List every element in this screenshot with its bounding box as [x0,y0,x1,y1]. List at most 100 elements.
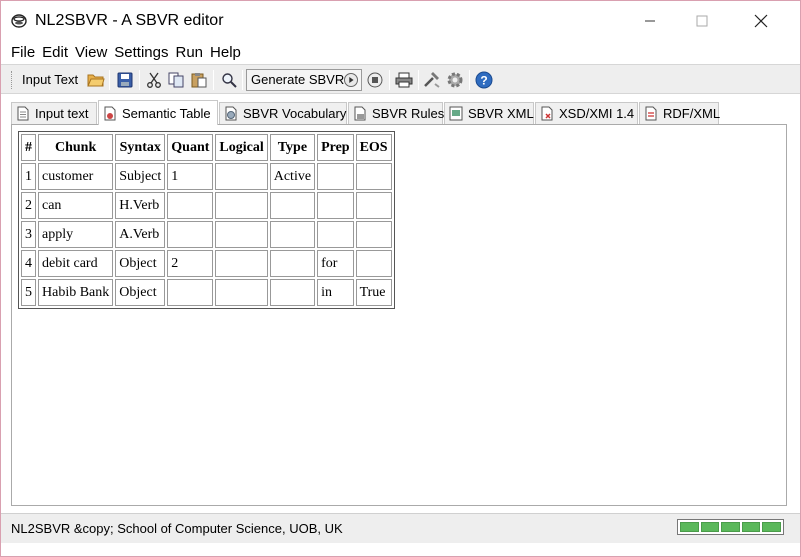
table-cell [355,250,392,277]
tab-sbvr-vocabulary[interactable]: SBVR Vocabulary [219,102,347,124]
table-cell: apply [38,221,114,248]
table-row: 2 can H.Verb [21,192,392,219]
table-cell: customer [38,163,114,190]
toolbar-separator [418,70,419,90]
rdf-doc-icon [645,106,657,121]
stop-button[interactable] [364,69,386,91]
table-cell: H.Verb [115,192,166,219]
open-folder-icon [87,74,105,87]
table-cell [317,163,354,190]
paste-icon [191,73,207,88]
menu-help[interactable]: Help [210,44,241,61]
table-doc-icon [104,106,116,120]
close-icon [754,14,768,28]
table-cell: Subject [115,163,166,190]
generate-sbvr-button[interactable]: Generate SBVR [246,69,362,91]
table-header-row: # Chunk Syntax Quant Logical Type Prep E… [21,134,392,161]
table-row: 1 customer Subject 1 Active [21,163,392,190]
toolbar: Input Text Generate SBVR ? [1,64,800,94]
tools-button[interactable] [421,69,443,91]
copy-button[interactable] [165,69,187,91]
tab-sbvr-xml[interactable]: SBVR XML [444,102,534,124]
table-cell: can [38,192,114,219]
progress-segment [700,522,720,532]
find-button[interactable] [218,69,240,91]
app-window: NL2SBVR - A SBVR editor File Edit View S… [0,0,801,557]
menu-run[interactable]: Run [175,44,203,61]
progress-segment [762,522,781,532]
semantic-table: # Chunk Syntax Quant Logical Type Prep E… [18,131,395,309]
menu-file[interactable]: File [11,44,35,61]
tab-content-panel: # Chunk Syntax Quant Logical Type Prep E… [11,124,787,506]
table-cell: 3 [21,221,36,248]
open-button[interactable] [85,69,107,91]
document-icon [17,106,29,121]
table-cell [167,192,214,219]
table-cell [167,279,214,306]
column-header: # [21,134,36,161]
minimize-button[interactable] [627,1,673,41]
menu-view[interactable]: View [75,44,107,61]
table-row: 4 debit card Object 2 for [21,250,392,277]
cut-icon [147,72,161,88]
table-cell: Object [115,279,166,306]
tab-rdf-xml[interactable]: RDF/XML [639,102,720,124]
cut-button[interactable] [143,69,165,91]
table-cell: Object [115,250,166,277]
svg-text:?: ? [480,74,487,88]
table-cell [355,221,392,248]
vocabulary-icon [225,106,237,121]
table-row: 3 apply A.Verb [21,221,392,248]
settings-icon [447,72,463,88]
xsd-doc-icon [541,106,553,121]
generate-sbvr-label: Generate SBVR [251,72,345,87]
window-title: NL2SBVR - A SBVR editor [35,12,224,29]
paste-button[interactable] [188,69,210,91]
table-cell: 5 [21,279,36,306]
toolbar-separator [242,70,243,90]
table-cell [269,250,316,277]
progress-bar [677,519,784,535]
progress-segment [680,522,699,532]
table-cell [269,221,316,248]
title-bar: NL2SBVR - A SBVR editor [1,1,800,41]
tab-input-text[interactable]: Input text [11,102,97,124]
input-text-button[interactable]: Input Text [22,72,78,87]
help-button[interactable]: ? [473,69,495,91]
column-header: Quant [167,134,214,161]
settings-button[interactable] [444,69,466,91]
table-cell: Active [269,163,316,190]
table-cell [167,221,214,248]
tab-label: SBVR Vocabulary [243,106,347,121]
column-header: Syntax [115,134,166,161]
table-cell: for [317,250,354,277]
column-header: Type [269,134,316,161]
table-row: 5 Habib Bank Object in True [21,279,392,306]
save-button[interactable] [114,69,136,91]
toolbar-separator [213,70,214,90]
menu-edit[interactable]: Edit [42,44,68,61]
toolbar-separator [109,70,110,90]
menu-settings[interactable]: Settings [114,44,168,61]
print-button[interactable] [393,69,415,91]
find-icon [222,73,237,88]
maximize-button[interactable] [679,1,725,41]
table-cell [355,163,392,190]
tools-icon [424,72,440,88]
tab-semantic-table[interactable]: Semantic Table [98,100,218,125]
table-cell [215,221,268,248]
menu-bar: File Edit View Settings Run Help [1,41,800,63]
rules-icon [354,106,366,121]
tab-label: Input text [35,106,89,121]
save-icon [117,72,133,88]
table-cell: Habib Bank [38,279,114,306]
tab-sbvr-rules[interactable]: SBVR Rules [348,102,444,124]
toolbar-grip[interactable] [11,71,13,89]
table-cell: A.Verb [115,221,166,248]
table-cell: 2 [21,192,36,219]
close-button[interactable] [738,1,784,41]
tab-strip: Input text Semantic Table SBVR Vocabular… [11,100,791,125]
toolbar-separator [139,70,140,90]
copy-icon [168,72,184,88]
tab-xsd-xmi[interactable]: XSD/XMI 1.4 [535,102,638,124]
